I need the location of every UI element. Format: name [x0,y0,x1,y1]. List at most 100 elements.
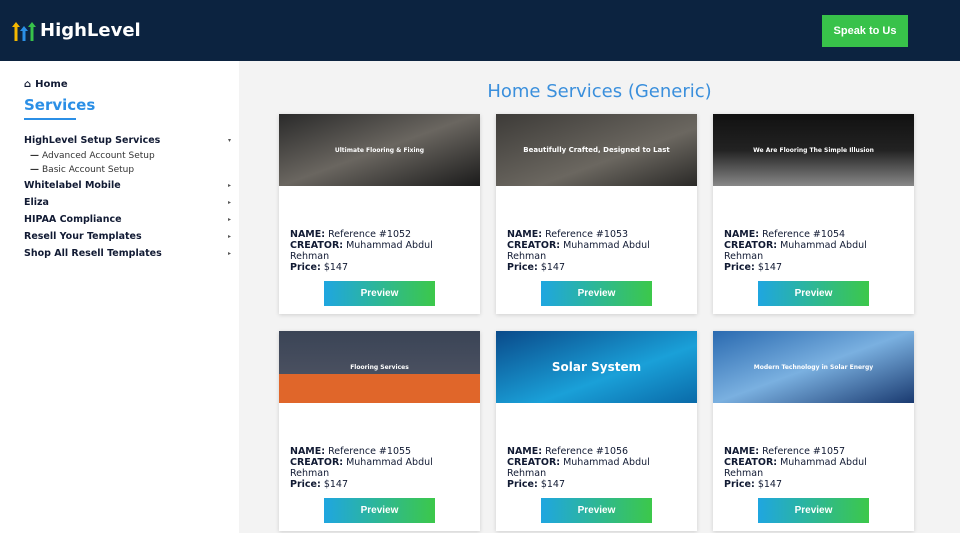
template-card: Ultimate Flooring & Fixing NAME: Referen… [279,114,480,314]
template-thumbnail[interactable]: We Are Flooring The Simple Illusion [713,114,914,222]
card-price: Price: $147 [290,262,469,273]
sidebar-subitem-label: Basic Account Setup [42,165,135,175]
card-price: Price: $147 [290,479,469,490]
template-thumbnail[interactable]: Modern Technology in Solar Energy [713,331,914,439]
thumbnail-lower [496,403,697,439]
creator-label: CREATOR: [290,457,344,468]
template-thumbnail[interactable]: Ultimate Flooring & Fixing [279,114,480,222]
template-grid: Ultimate Flooring & Fixing NAME: Referen… [239,114,960,531]
price-value: $147 [757,262,782,273]
name-label: NAME: [507,229,543,240]
speak-to-us-button[interactable]: Speak to Us [822,14,908,47]
price-value: $147 [540,479,565,490]
card-name: NAME: Reference #1054 [724,229,903,240]
sidebar-subitem-label: Advanced Account Setup [42,151,155,161]
sidebar-item-label: Eliza [24,197,49,208]
thumbnail-hero-text: Modern Technology in Solar Energy [713,331,914,403]
sidebar-item[interactable]: HIPAA Compliance ▸ [24,211,231,228]
logo-arrows-icon [12,21,36,41]
preview-button[interactable]: Preview [541,281,652,306]
sidebar-item-label: Shop All Resell Templates [24,248,162,259]
price-label: Price: [724,262,755,273]
name-label: NAME: [724,229,760,240]
template-card: Flooring Services NAME: Reference #1055 … [279,331,480,531]
preview-button[interactable]: Preview [324,498,435,523]
name-label: NAME: [290,446,326,457]
preview-button[interactable]: Preview [541,498,652,523]
name-label: NAME: [724,446,760,457]
price-label: Price: [290,262,321,273]
caret-right-icon: ▸ [227,250,231,257]
name-label: NAME: [507,446,543,457]
sidebar: ⌂ Home Services HighLevel Setup Services ▾… [0,61,239,533]
thumbnail-hero-text: Solar System [496,331,697,403]
section-underline [24,118,76,120]
price-value: $147 [540,262,565,273]
card-price: Price: $147 [724,262,903,273]
price-label: Price: [507,479,538,490]
section-title: Services [24,96,96,114]
thumbnail-lower [713,186,914,222]
sidebar-item-label: Whitelabel Mobile [24,180,121,191]
card-price: Price: $147 [724,479,903,490]
thumbnail-hero-text: We Are Flooring The Simple Illusion [713,114,914,186]
card-creator: CREATOR: Muhammad Abdul Rehman [290,457,469,479]
card-creator: CREATOR: Muhammad Abdul Rehman [290,240,469,262]
caret-down-icon: ▾ [227,137,231,144]
creator-label: CREATOR: [724,240,778,251]
card-creator: CREATOR: Muhammad Abdul Rehman [507,457,686,479]
card-name: NAME: Reference #1056 [507,446,686,457]
creator-label: CREATOR: [724,457,778,468]
sidebar-item-label: HighLevel Setup Services [24,135,161,146]
thumbnail-lower [713,403,914,439]
logo-text: HighLevel [40,20,141,41]
caret-right-icon: ▸ [227,199,231,206]
template-card: We Are Flooring The Simple Illusion NAME… [713,114,914,314]
sidebar-item-label: HIPAA Compliance [24,214,122,225]
price-value: $147 [757,479,782,490]
sidebar-subitem[interactable]: — Advanced Account Setup [24,149,231,163]
card-creator: CREATOR: Muhammad Abdul Rehman [724,240,903,262]
name-value: Reference #1054 [762,229,846,240]
sidebar-subitem[interactable]: — Basic Account Setup [24,163,231,177]
price-label: Price: [724,479,755,490]
creator-label: CREATOR: [507,457,561,468]
price-label: Price: [290,479,321,490]
card-name: NAME: Reference #1052 [290,229,469,240]
name-value: Reference #1057 [762,446,846,457]
thumbnail-lower [279,403,480,439]
preview-button[interactable]: Preview [324,281,435,306]
header: HighLevel Speak to Us [0,0,960,61]
name-value: Reference #1052 [328,229,412,240]
sidebar-item-label: Resell Your Templates [24,231,142,242]
card-creator: CREATOR: Muhammad Abdul Rehman [507,240,686,262]
creator-label: CREATOR: [290,240,344,251]
card-name: NAME: Reference #1053 [507,229,686,240]
sidebar-item[interactable]: Whitelabel Mobile ▸ [24,177,231,194]
template-thumbnail[interactable]: Solar System [496,331,697,439]
logo[interactable]: HighLevel [12,20,141,42]
card-name: NAME: Reference #1057 [724,446,903,457]
home-label: Home [35,79,68,90]
home-icon: ⌂ [24,79,32,90]
main-content: Home Services (Generic) Ultimate Floorin… [239,61,960,533]
template-thumbnail[interactable]: Beautifully Crafted, Designed to Last [496,114,697,222]
template-thumbnail[interactable]: Flooring Services [279,331,480,439]
sidebar-item[interactable]: Eliza ▸ [24,194,231,211]
thumbnail-lower [496,186,697,222]
name-label: NAME: [290,229,326,240]
caret-right-icon: ▸ [227,182,231,189]
sidebar-item[interactable]: Resell Your Templates ▸ [24,228,231,245]
thumbnail-hero-text: Flooring Services [279,331,480,403]
template-card: Solar System NAME: Reference #1056 CREAT… [496,331,697,531]
sidebar-item[interactable]: Shop All Resell Templates ▸ [24,245,231,262]
card-creator: CREATOR: Muhammad Abdul Rehman [724,457,903,479]
template-card: Beautifully Crafted, Designed to Last NA… [496,114,697,314]
preview-button[interactable]: Preview [758,498,869,523]
sidebar-item[interactable]: HighLevel Setup Services ▾ [24,132,231,149]
card-name: NAME: Reference #1055 [290,446,469,457]
preview-button[interactable]: Preview [758,281,869,306]
price-label: Price: [507,262,538,273]
home-link[interactable]: ⌂ Home [24,79,231,90]
price-value: $147 [323,262,348,273]
